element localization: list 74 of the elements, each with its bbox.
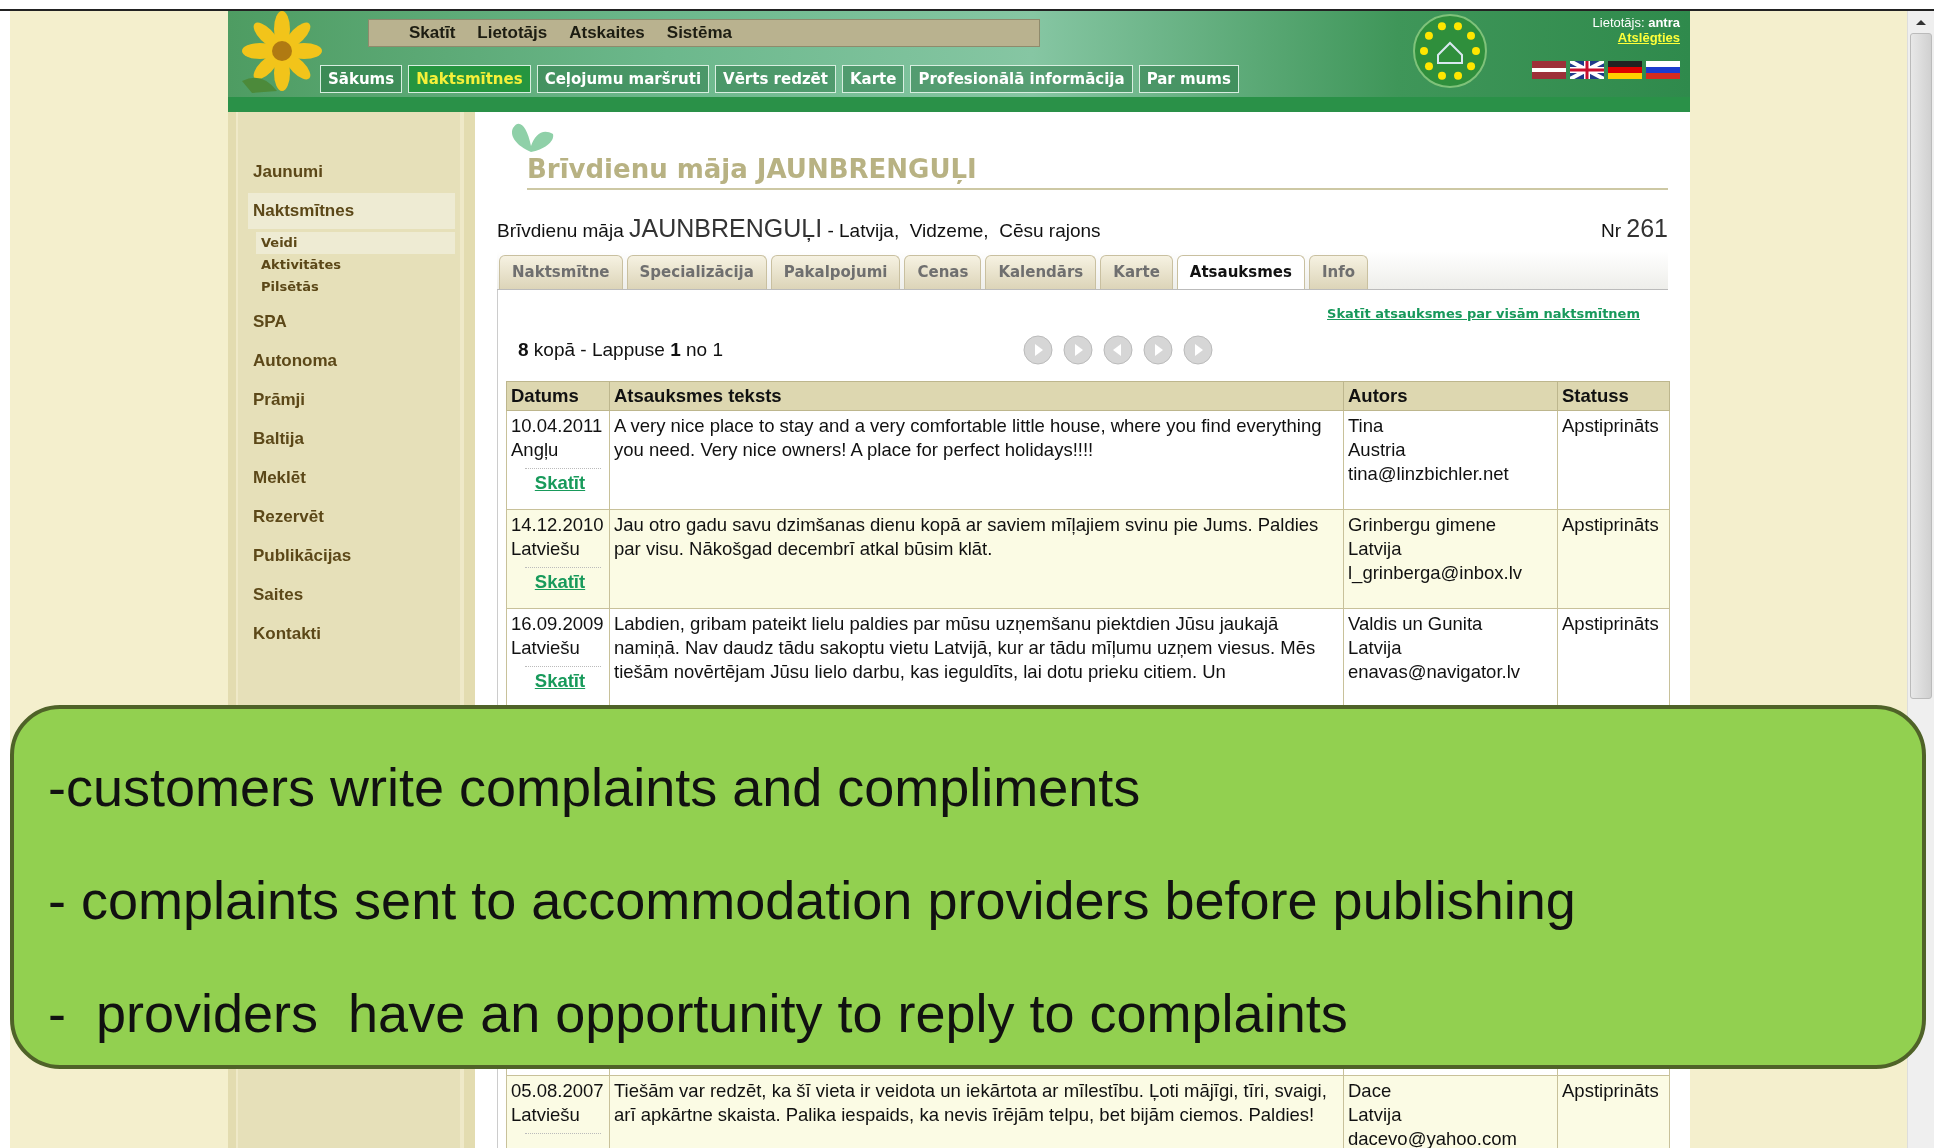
review-text-cell: A very nice place to stay and a very comfortable little house, where you find everything you need. Very nice owners! A place for perfect holidays!!!! [609,410,1344,510]
column-header: Atsauksmes teksts [609,381,1344,411]
review-language: Angļu [511,438,560,462]
menu-item[interactable]: Skatīt [409,23,456,43]
pager-button-icon[interactable] [1142,335,1173,365]
review-text-cell: Tiešām var redzēt, ka šī vieta ir veidota un iekārtota ar mīlestību. Ļoti mājīgi, tīri, svaigi, arī apkārtne skaista. Palika iespaids, ka nevis īrējām telpu, bet bijām ciemos. Paldies! [609,1075,1344,1148]
nav-tab[interactable]: Profesionālā informācija [910,65,1133,93]
pager-button-icon[interactable] [1182,335,1213,365]
pager-button-icon[interactable] [1062,335,1093,365]
tab[interactable]: Specializācija [626,255,767,289]
user-label: Lietotājs: antra [1592,15,1680,30]
sidebar-item[interactable]: Kontakti [228,616,455,652]
sidebar-item[interactable]: Naktsmītnes [248,193,455,229]
page-title: Brīvdienu māja JAUNBRENGUĻI [527,154,1668,190]
pager-button-icon[interactable] [1022,335,1053,365]
page-summary: 8 kopā - Lappuse 1 no 1 [518,339,723,361]
sidebar-item[interactable]: Autonoma [228,343,455,379]
tab[interactable]: Kalendārs [985,255,1097,289]
review-date: 05.08.2007 [511,1079,605,1103]
tab[interactable]: Pakalpojumi [770,255,901,289]
review-language: Latviešu [511,537,581,561]
menu-item[interactable]: Atskaites [569,23,645,43]
flag-icon[interactable] [1532,61,1566,79]
column-header: Autors [1343,381,1558,411]
all-reviews-link[interactable]: Skatīt atsauksmes par visām naktsmītnem [1327,306,1640,321]
review-text-cell: Jau otro gadu savu dzimšanas dienu kopā ar saviem mīļajiem svinu pie Jums. Paldies par visu. Nākošgad decembrī atkal būsim klāt. [609,509,1344,609]
accommodation-heading: Brīvdienu māja JAUNBRENGUĻI - Latvija, Vidzeme, Cēsu rajons [497,214,1101,243]
sidebar-item[interactable]: Jaunumi [228,154,455,190]
flag-icon[interactable] [1608,61,1642,79]
sidebar-item[interactable]: Rezervēt [228,499,455,535]
sidebar-subitem[interactable]: Pilsētās [228,276,455,298]
review-date: 10.04.2011 [511,414,604,438]
status-cell: Apstiprināts [1557,410,1670,510]
tab[interactable]: Naktsmītne [499,255,623,289]
nav-tab[interactable]: Vērts redzēt [715,65,836,93]
view-link[interactable]: Skatīt [511,570,609,594]
column-header: Datums [506,381,610,411]
review-language: Latviešu [511,1103,581,1127]
scroll-thumb[interactable] [1910,33,1932,699]
sidebar-item[interactable]: SPA [228,304,455,340]
sidebar-item[interactable]: Prāmji [228,382,455,418]
menu-item[interactable]: Lietotājs [477,23,548,43]
author-cell: Tina Austria tina@linzbichler.net [1343,410,1558,510]
tab[interactable]: Karte [1100,255,1173,289]
logout-link[interactable]: Atslēgties [1617,30,1680,45]
tab[interactable]: Info [1308,255,1369,289]
sidebar-item[interactable]: Baltija [228,421,455,457]
tab[interactable]: Atsauksmes [1176,255,1305,289]
nav-tab[interactable]: Par mums [1138,65,1239,93]
status-cell: Apstiprināts [1557,509,1670,609]
review-language: Latviešu [511,636,581,660]
sidebar-item[interactable]: Meklēt [228,460,455,496]
menu-item[interactable]: Sistēma [666,23,732,43]
author-cell: Grinbergu gimene Latvija l_grinberga@inbox.lv [1343,509,1558,609]
nav-tab[interactable]: Ceļojumu maršruti [536,65,710,93]
sidebar-subitem[interactable]: Aktivitātes [228,254,455,276]
nav-tab[interactable]: Sākums [320,65,403,93]
sidebar-subitem[interactable]: Veidi [256,232,455,254]
column-header: Statuss [1557,381,1670,411]
pager-button-icon[interactable] [1102,335,1133,365]
flag-icon[interactable] [1570,61,1604,79]
sidebar-item[interactable]: Saites [228,577,455,613]
sidebar-item[interactable]: Publikācijas [228,538,455,574]
nav-tab[interactable]: Karte [841,65,905,93]
star-circle-logo-icon [1412,13,1488,89]
status-cell: Apstiprināts [1557,1075,1670,1148]
accommodation-number: Nr 261 [1600,214,1668,243]
view-link[interactable]: Skatīt [511,471,609,495]
review-date: 16.09.2009 [511,612,605,636]
tab[interactable]: Cenas [904,255,982,289]
view-link[interactable]: Skatīt [511,669,609,693]
author-cell: Dace Latvija dacevo@yahoo.com [1343,1075,1558,1148]
review-date: 14.12.2010 [511,513,605,537]
flag-icon[interactable] [1646,61,1680,79]
